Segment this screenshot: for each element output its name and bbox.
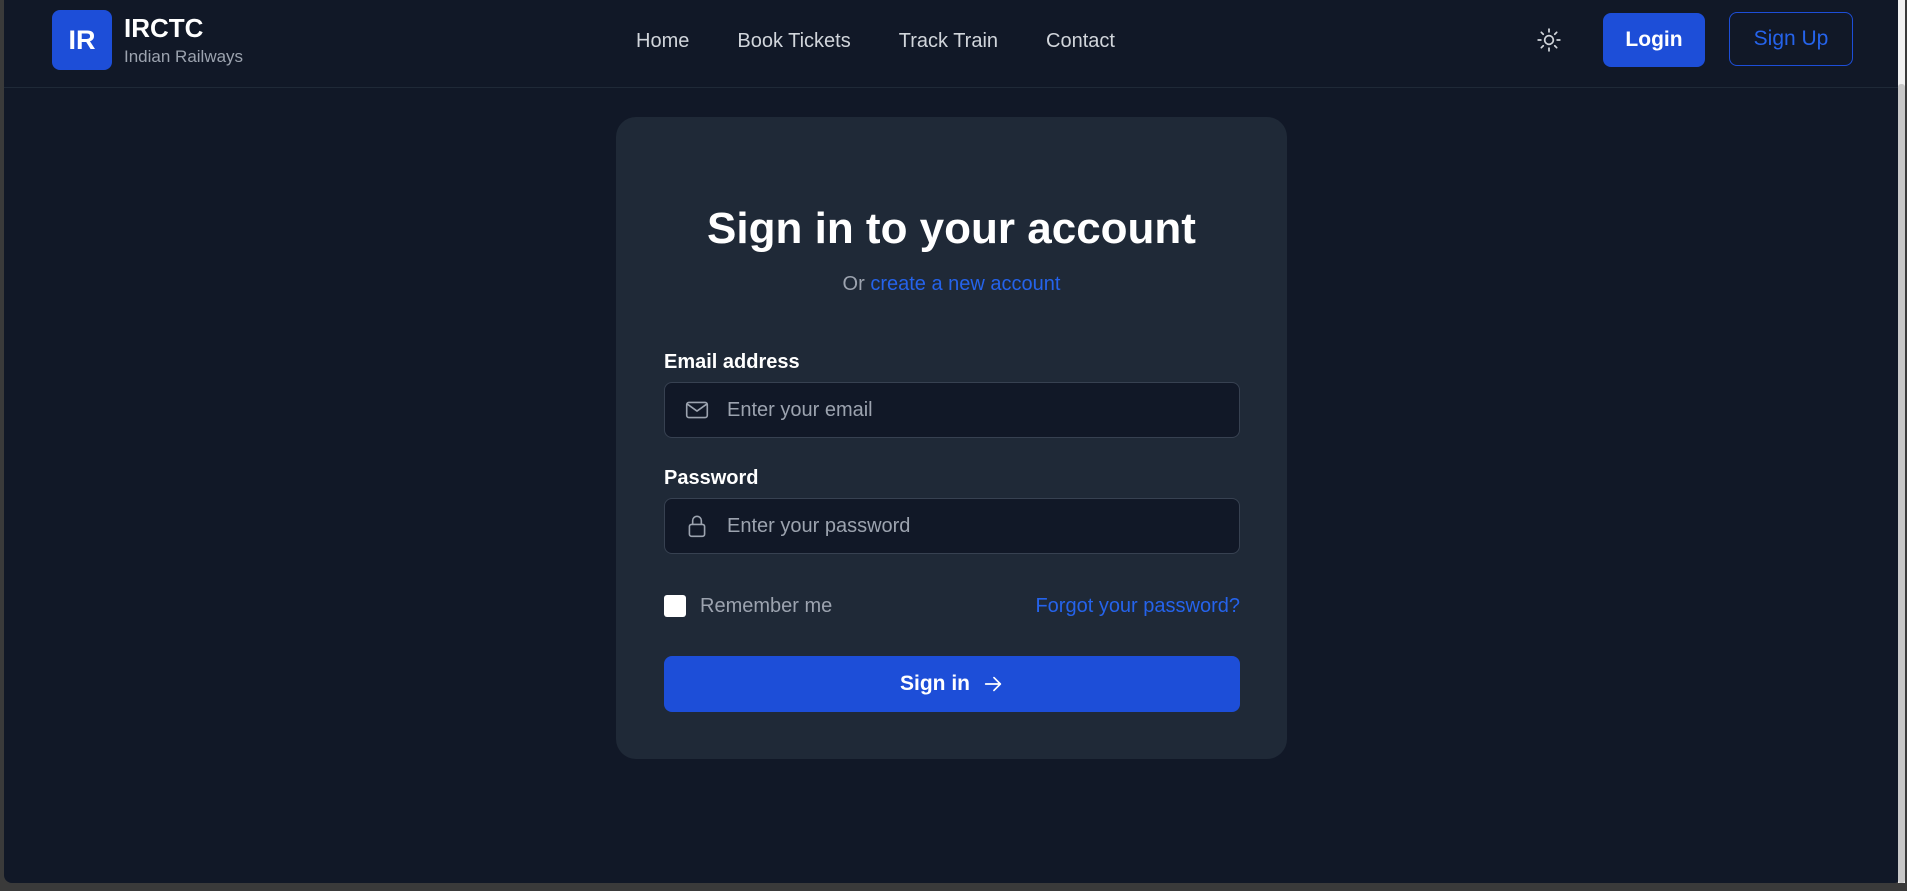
brand-subtitle: Indian Railways (124, 47, 244, 66)
brand-logo: IR (52, 10, 112, 70)
sun-icon (1537, 28, 1561, 52)
subtitle-prefix: Or (842, 273, 865, 295)
remember-me-label[interactable]: Remember me (700, 595, 832, 618)
remember-row: Remember me Forgot your password? (664, 591, 1240, 621)
nav-link-contact[interactable]: Contact (1046, 28, 1115, 54)
signin-button-label: Sign in (900, 672, 970, 695)
remember-me-control[interactable]: Remember me (664, 595, 832, 618)
lock-icon (683, 512, 711, 540)
page-scrollbar[interactable] (1898, 0, 1905, 883)
scrollbar-thumb[interactable] (1898, 84, 1905, 883)
signin-subtitle: Or create a new account (616, 271, 1287, 297)
page-viewport: IR IRCTC Indian Railways Home Book Ticke… (4, 0, 1902, 883)
mail-icon (683, 396, 711, 424)
brand-name: IRCTC (124, 13, 204, 43)
nav-links: Home Book Tickets Track Train Contact (636, 28, 1115, 54)
signin-button[interactable]: Sign in (664, 656, 1240, 712)
arrow-right-icon (982, 673, 1004, 695)
email-field[interactable] (664, 382, 1240, 438)
remember-me-checkbox[interactable] (664, 595, 686, 617)
password-input[interactable] (725, 513, 1209, 539)
password-field[interactable] (664, 498, 1240, 554)
nav-link-home[interactable]: Home (636, 28, 689, 54)
signin-title: Sign in to your account (707, 204, 1196, 253)
login-button[interactable]: Login (1603, 13, 1705, 67)
brand[interactable]: IR IRCTC Indian Railways (52, 10, 243, 70)
email-label: Email address (664, 351, 800, 373)
password-label: Password (664, 467, 759, 489)
email-input[interactable] (725, 397, 1209, 423)
create-account-link[interactable]: create a new account (870, 273, 1060, 295)
nav-link-book-tickets[interactable]: Book Tickets (737, 28, 850, 54)
forgot-password-link[interactable]: Forgot your password? (1035, 595, 1240, 618)
signup-button[interactable]: Sign Up (1729, 12, 1853, 66)
nav-link-track-train[interactable]: Track Train (899, 28, 998, 54)
signin-card: Sign in to your account Or create a new … (616, 117, 1287, 759)
brand-text: IRCTC Indian Railways (124, 12, 243, 68)
top-navbar: IR IRCTC Indian Railways Home Book Ticke… (4, 0, 1902, 88)
theme-toggle-button[interactable] (1534, 25, 1564, 55)
